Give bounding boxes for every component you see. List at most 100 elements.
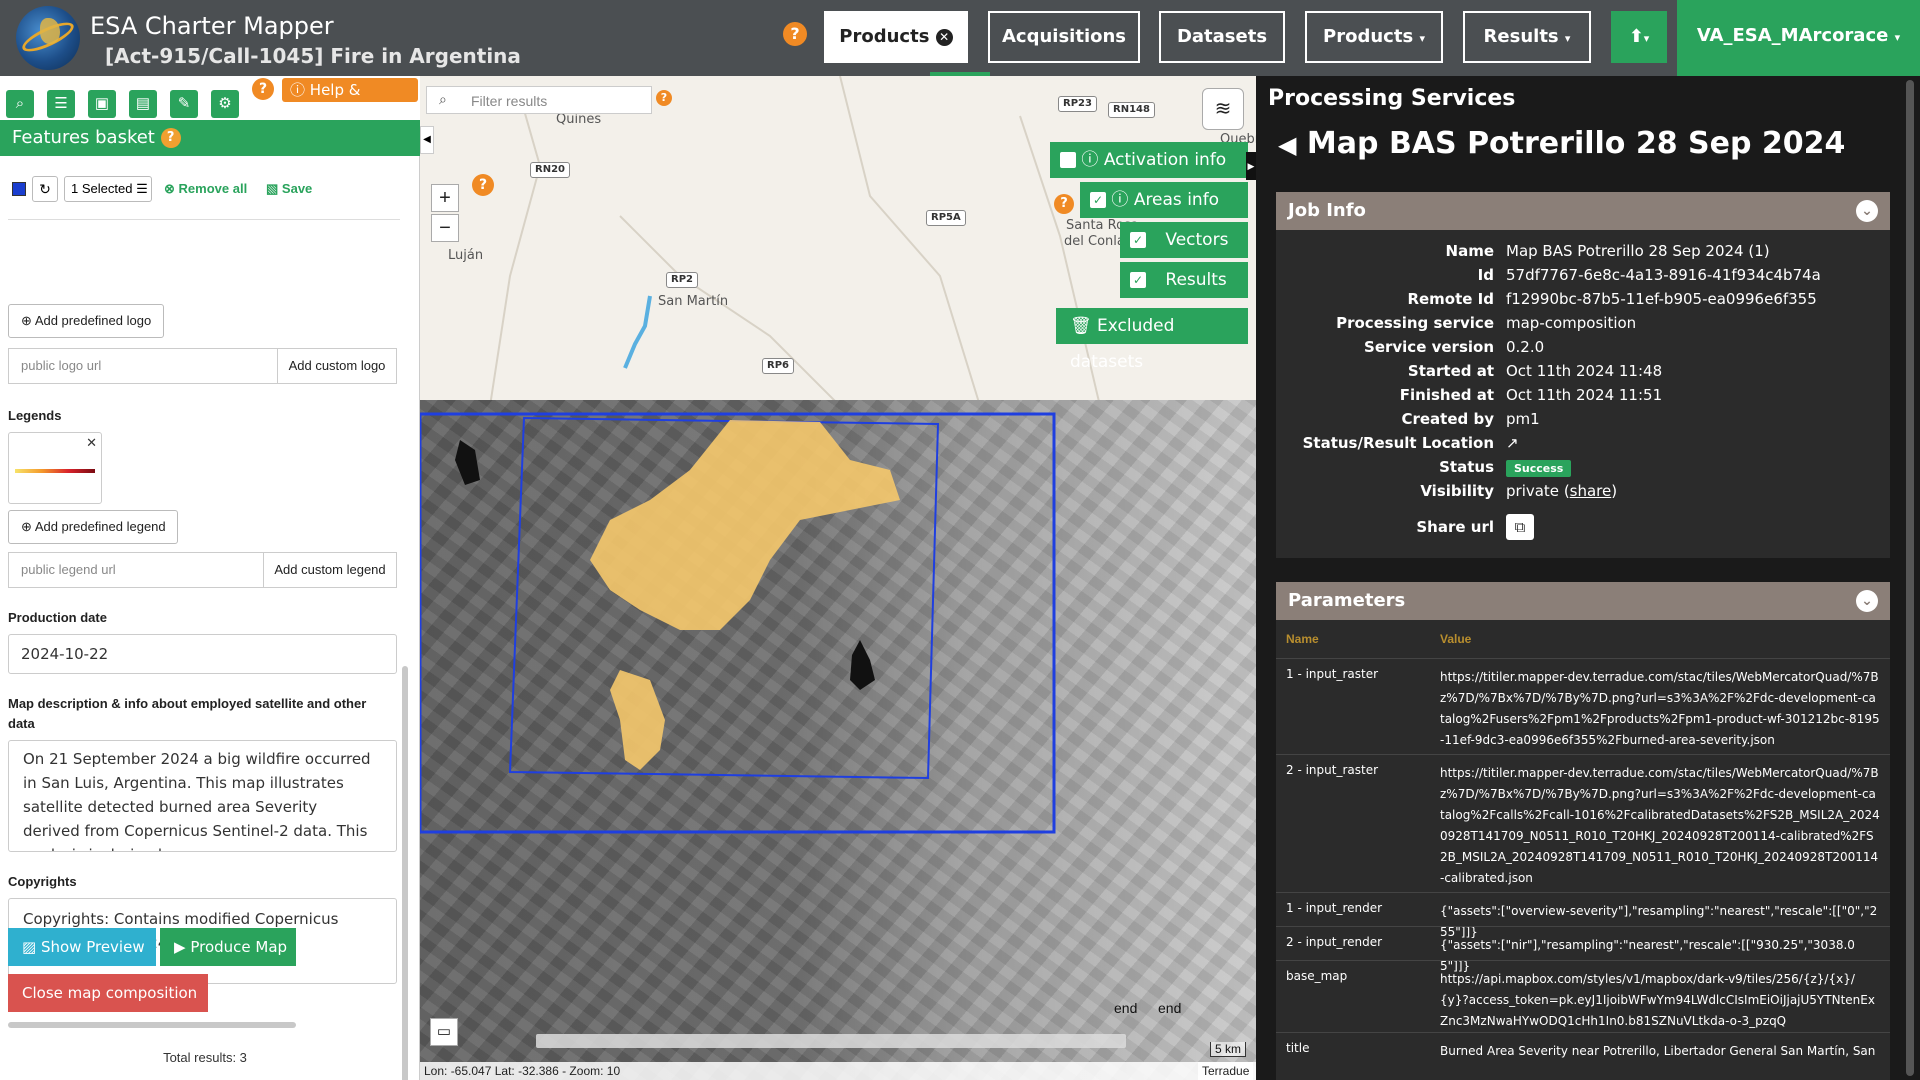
show-preview-button[interactable]: ▨ Show Preview xyxy=(8,928,156,966)
legend-url-input[interactable]: public legend url xyxy=(8,552,264,588)
remove-all-button[interactable]: ⊗ Remove all xyxy=(164,181,247,197)
color-swatch[interactable] xyxy=(12,182,26,196)
logo-url-input[interactable]: public logo url xyxy=(8,348,278,384)
results-toggle[interactable]: ✓ Results xyxy=(1120,262,1248,298)
acquisitions-button[interactable]: Acquisitions xyxy=(988,11,1140,63)
expand-right-icon[interactable]: ▶ xyxy=(1246,152,1256,180)
coordinate-readout: Lon: -65.047 Lat: -32.386 - Zoom: 10 xyxy=(420,1062,1256,1080)
activation-info-toggle[interactable]: ⓘ Activation info xyxy=(1050,142,1248,178)
horizontal-scrollbar[interactable] xyxy=(8,1022,296,1028)
close-map-composition-button[interactable]: Close map composition ✖ xyxy=(8,974,208,1040)
add-custom-logo-button[interactable]: Add custom logo xyxy=(277,348,397,384)
road-label: RN148 xyxy=(1108,102,1155,118)
selection-dropdown[interactable]: 1 Selected ☰ xyxy=(64,176,152,202)
collapse-left-icon[interactable]: ◀ xyxy=(420,126,434,154)
play-circle-icon: ▶ xyxy=(174,938,186,956)
checked-checkbox-icon[interactable]: ✓ xyxy=(1130,232,1146,248)
map-attribution[interactable]: Terradue xyxy=(1198,1062,1254,1080)
areas-info-toggle[interactable]: ✓ ⓘ Areas info xyxy=(1080,182,1248,218)
job-info-row: Finished at Oct 11th 2024 11:51 xyxy=(1276,386,1890,410)
legend-gradient xyxy=(15,469,95,473)
filter-input[interactable]: Filter results xyxy=(471,93,547,109)
production-date-input[interactable]: 2024-10-22 xyxy=(8,634,397,674)
pencil-icon[interactable]: ✎ xyxy=(170,90,198,118)
map-description-textarea[interactable]: On 21 September 2024 a big wildfire occu… xyxy=(8,740,397,852)
map-view[interactable]: RP23 RN148 RN20 RP5A RP2 RP6 Quines Lujá… xyxy=(420,76,1256,1080)
chevron-down-icon[interactable]: ⌄ xyxy=(1856,200,1878,222)
timeline-scrollbar[interactable] xyxy=(536,1034,1126,1048)
production-date-label: Production date xyxy=(8,610,107,625)
map-composition-form[interactable]: ⊕ Add predefined logo public logo url Ad… xyxy=(0,210,400,990)
table-row: title Burned Area Severity near Potrerill… xyxy=(1276,1032,1890,1080)
refresh-icon[interactable]: ↻ xyxy=(32,176,58,202)
selected-count: 1 Selected xyxy=(71,181,133,196)
upload-menu-button[interactable]: ⬆▾ xyxy=(1611,11,1667,63)
help-icon[interactable]: ? xyxy=(472,174,494,196)
save-button[interactable]: ▧ Save xyxy=(266,181,312,197)
search-icon[interactable]: ⌕ xyxy=(6,90,34,118)
map-description-label: Map description & info about employed sa… xyxy=(8,696,367,731)
parameters-table: Name Value 1 - input_raster https://titil… xyxy=(1276,620,1890,1080)
right-scrollbar[interactable] xyxy=(1906,80,1914,1076)
archive-icon[interactable]: ▤ xyxy=(129,90,157,118)
external-link-icon[interactable]: ↗ xyxy=(1506,434,1519,452)
help-icon[interactable]: ? xyxy=(1054,194,1074,214)
sidebar-toggle-icon[interactable]: ▭ xyxy=(430,1018,458,1046)
place-label: Luján xyxy=(448,248,484,263)
image-icon: ▨ xyxy=(22,938,37,956)
satellite-image-layer xyxy=(420,400,1256,1080)
filter-box[interactable]: ⌕ Filter results xyxy=(426,86,652,114)
close-circle-icon[interactable]: ✕ xyxy=(935,28,953,46)
esa-charter-logo[interactable] xyxy=(16,6,80,70)
datasets-button[interactable]: Datasets xyxy=(1159,11,1285,63)
param-name: 2 - input_raster xyxy=(1286,763,1379,777)
products-menu-label: Products xyxy=(1323,26,1414,47)
param-value: https://titiler.mapper-dev.terradue.com/… xyxy=(1440,670,1880,747)
zoom-in-button[interactable]: + xyxy=(431,184,459,212)
user-menu[interactable]: VA_ESA_MArcorace ▾ xyxy=(1677,0,1920,76)
zoom-out-button[interactable]: − xyxy=(431,214,459,242)
search-icon: ⌕ xyxy=(439,91,447,107)
table-row: base_map https://api.mapbox.com/styles/v1… xyxy=(1276,960,1890,1032)
basket-icon[interactable]: ▣ xyxy=(88,90,116,118)
gear-icon[interactable]: ⚙ xyxy=(211,90,239,118)
table-row: 1 - input_raster https://titiler.mapper-d… xyxy=(1276,658,1890,754)
job-info-key: Name xyxy=(1445,242,1494,260)
produce-map-button[interactable]: ▶ Produce Map xyxy=(160,928,296,966)
road-label: RP5A xyxy=(926,210,966,226)
list-icon[interactable]: ☰ xyxy=(47,90,75,118)
vectors-toggle[interactable]: ✓ Vectors xyxy=(1120,222,1248,258)
products-tab-button[interactable]: Products ✕ xyxy=(824,11,968,63)
chevron-down-icon[interactable]: ⌄ xyxy=(1856,590,1878,612)
help-icon[interactable]: ? xyxy=(252,78,274,100)
copy-icon[interactable]: ⧉ xyxy=(1506,514,1534,540)
info-icon[interactable]: ? xyxy=(656,90,672,106)
job-info-row: Processing service map-composition xyxy=(1276,314,1890,338)
results-menu-button[interactable]: Results ▾ xyxy=(1463,11,1591,63)
unchecked-checkbox-icon[interactable] xyxy=(1060,152,1076,168)
checked-checkbox-icon[interactable]: ✓ xyxy=(1130,272,1146,288)
form-scrollbar[interactable] xyxy=(402,666,408,1080)
job-info-row: Name Map BAS Potrerillo 28 Sep 2024 (1) xyxy=(1276,242,1890,266)
help-icon[interactable]: ? xyxy=(783,22,807,46)
add-custom-legend-button[interactable]: Add custom legend xyxy=(263,552,397,588)
road-label: RP2 xyxy=(666,272,698,288)
layers-icon[interactable]: ≋ xyxy=(1202,88,1244,130)
add-predefined-legend-button[interactable]: ⊕ Add predefined legend xyxy=(8,510,178,544)
add-predefined-logo-button[interactable]: ⊕ Add predefined logo xyxy=(8,304,164,338)
excluded-datasets-button[interactable]: 🗑 Excluded datasets xyxy=(1056,308,1248,372)
help-icon[interactable]: ? xyxy=(160,128,181,148)
app-title: ESA Charter Mapper xyxy=(90,12,334,40)
parameters-header[interactable]: Parameters ⌄ xyxy=(1276,582,1890,620)
products-menu-button[interactable]: Products ▾ xyxy=(1305,11,1443,63)
share-link[interactable]: share xyxy=(1570,482,1612,500)
close-icon[interactable]: ✕ xyxy=(86,435,97,451)
caret-down-icon: ▾ xyxy=(1894,31,1901,44)
checked-checkbox-icon[interactable]: ✓ xyxy=(1090,192,1106,208)
job-info-header[interactable]: Job Info ⌄ xyxy=(1276,192,1890,230)
back-caret-icon[interactable]: ◀ xyxy=(1278,131,1296,159)
total-results: Total results: 3 xyxy=(163,1050,247,1065)
upload-icon: ⬆ xyxy=(1628,26,1644,47)
basket-toolbar: ↻ 1 Selected ☰ ⊗ Remove all ▧ Save xyxy=(0,172,420,206)
help-manual-button[interactable]: ⓘ Help & Manual xyxy=(282,78,418,123)
